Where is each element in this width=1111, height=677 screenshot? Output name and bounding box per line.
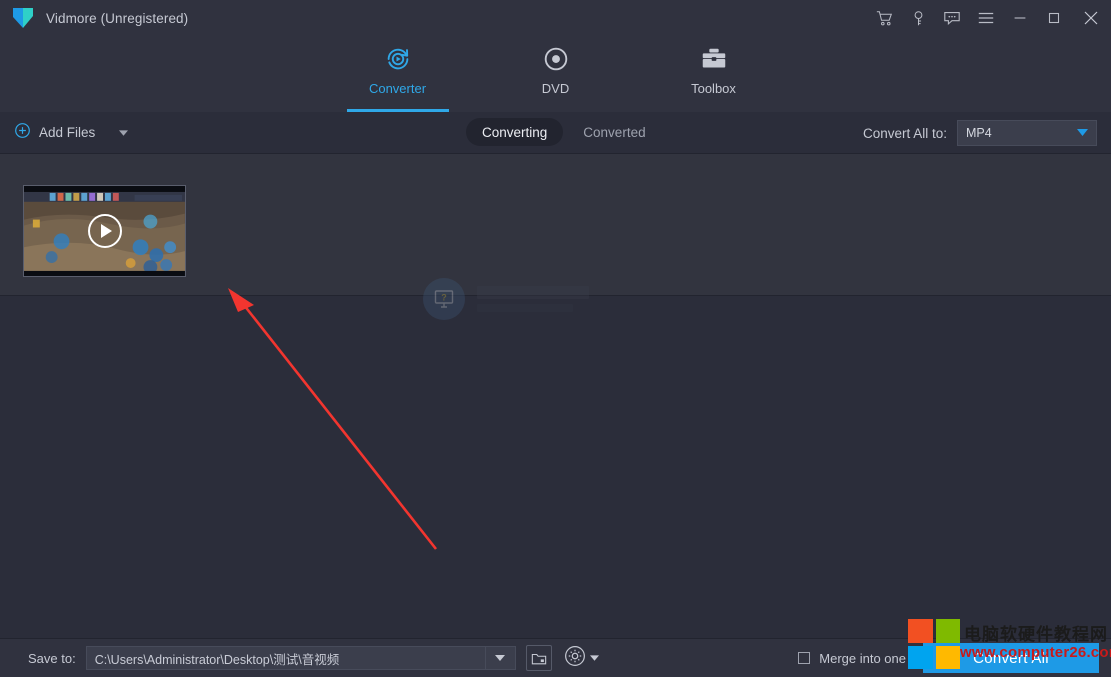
chevron-down-icon [1077,126,1088,140]
convert-all-button[interactable]: Convert All [923,643,1099,673]
minimize-icon[interactable] [1003,0,1037,36]
video-thumbnail[interactable] [23,185,186,277]
nav-tab-dvd[interactable]: DVD [505,36,607,112]
watermark-line-2 [477,304,573,312]
file-list-row[interactable]: Source: 游戏讲解（原...印）.mp4 i MP4 | 1220x572… [0,154,1111,438]
bottom-bar: Save to: C:\Users\Administrator\Desktop\… [0,638,1111,677]
add-files-label: Add Files [39,125,96,140]
converter-icon [383,42,413,76]
maximize-icon[interactable] [1037,0,1071,36]
cart-icon[interactable] [867,0,901,36]
main-nav: Converter DVD Toolbox [0,36,1111,112]
window-controls [867,0,1111,36]
tab-converted[interactable]: Converted [567,118,661,146]
empty-list-area [0,296,1111,638]
nav-tab-toolbox-label: Toolbox [691,81,736,96]
vidmore-app-window: Vidmore (Unregistered) Converter DVD Too… [0,0,1111,677]
app-title: Vidmore (Unregistered) [46,10,189,26]
convert-all-to-label: Convert All to: [862,125,947,141]
tab-converting[interactable]: Converting [466,118,564,146]
play-triangle-icon [100,224,112,238]
monitor-help-icon: ? [423,278,465,320]
merge-into-one-label: Merge into one [819,650,906,666]
merge-into-one-checkbox[interactable]: Merge into one [798,651,906,666]
checkbox-icon [798,652,811,664]
preferences-button[interactable] [564,645,599,672]
watermark-text-lines [477,286,589,312]
convert-all-to-select[interactable]: MP4 [957,120,1097,146]
background-watermark: ? [423,278,589,320]
add-files-button[interactable]: Add Files [14,122,129,144]
save-to-history-chevron-down-icon[interactable] [485,646,516,670]
close-icon[interactable] [1071,0,1111,36]
plus-circle-icon [14,122,31,144]
nav-tab-toolbox[interactable]: Toolbox [663,36,765,112]
feedback-icon[interactable] [935,0,969,36]
toolbox-icon [699,42,729,76]
app-logo [0,5,46,31]
nav-tab-converter[interactable]: Converter [346,36,449,112]
key-icon[interactable] [901,0,935,36]
save-to-path-input[interactable]: C:\Users\Administrator\Desktop\测试\音视频 [85,646,486,670]
watermark-line-1 [477,286,589,299]
svg-text:?: ? [441,293,447,303]
play-button[interactable] [87,214,122,248]
title-bar: Vidmore (Unregistered) [0,0,1111,36]
add-files-chevron-down-icon[interactable] [119,124,129,142]
convert-all-to-group: Convert All to: MP4 [863,120,1097,146]
dvd-disc-icon [541,42,571,76]
gear-icon [564,645,586,672]
convert-all-to-value: MP4 [966,126,992,140]
toolbar: Add Files Converting Converted Convert A… [0,112,1111,154]
menu-icon[interactable] [969,0,1003,36]
preferences-chevron-down-icon [589,649,599,667]
converting-converted-tabs: Converting Converted [466,118,662,146]
save-to-label: Save to: [28,650,76,666]
folder-browse-icon[interactable] [525,645,552,671]
nav-tab-dvd-label: DVD [541,81,570,96]
nav-tab-converter-label: Converter [368,81,427,96]
